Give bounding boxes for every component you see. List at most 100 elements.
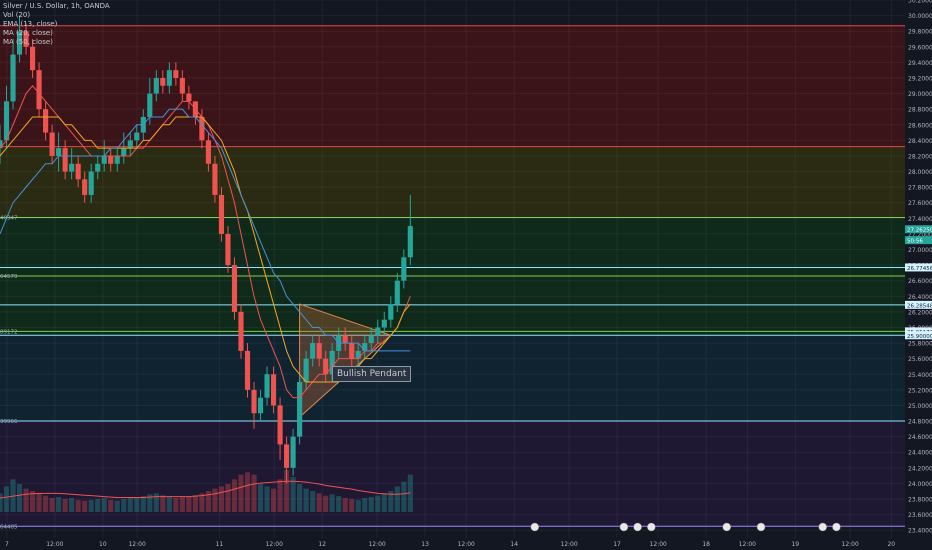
price-tick-7: 28.80000 (908, 107, 932, 114)
time-tick-9: 12:00 (458, 541, 475, 548)
volume-bar-41 (264, 486, 270, 512)
volume-bar-62 (401, 481, 407, 512)
candle-body-60 (388, 304, 394, 320)
event-marker-3-0[interactable] (756, 522, 766, 532)
time-tick-10: 14 (510, 541, 518, 548)
candle-body-38 (244, 350, 251, 390)
time-axis[interactable]: 7 12:00 10 12:00 11 12:00 12 12:00 13 12:00 14 12:0… (0, 538, 932, 550)
price-tick-24: 25.40000 (908, 372, 932, 379)
left-label-4: 64405 (0, 524, 18, 530)
candle-body-41 (264, 374, 270, 398)
candle-body-7 (43, 109, 49, 133)
volume-bar-49 (316, 493, 322, 512)
volume-bar-33 (212, 488, 218, 512)
price-tick-11: 28.00000 (908, 169, 932, 176)
candle-body-27 (173, 70, 179, 78)
event-marker-1-1[interactable] (633, 522, 642, 532)
candle-body-23 (147, 93, 153, 117)
candle-body-62 (401, 257, 407, 281)
volume-bar-27 (173, 498, 179, 512)
left-label-0: 40347 (0, 216, 18, 222)
candle-body-2 (10, 54, 16, 102)
time-tick-15: 12:00 (739, 541, 756, 548)
candle-body-34 (218, 194, 225, 234)
zone-3 (0, 267, 905, 336)
candle-body-56 (362, 343, 368, 351)
bullish-pendant-label: Bullish Pendant (332, 366, 412, 382)
volume-bar-16 (101, 498, 107, 512)
left-label-1: 64579 (0, 274, 18, 280)
price-tick-29: 24.40000 (908, 450, 932, 457)
price-axis[interactable]: 30.20000 30.00000 29.80000 29.60000 29.40000… (905, 0, 932, 550)
price-tick-3: 29.60000 (908, 44, 932, 51)
volume-bar-22 (140, 496, 146, 512)
candle-body-37 (238, 311, 244, 351)
zone-4 (0, 335, 905, 422)
volume-bar-59 (381, 493, 387, 512)
volume-bar-21 (134, 497, 140, 512)
price-tick-16: 27.00000 (908, 247, 932, 254)
candle-body-53 (342, 335, 348, 344)
price-tick-32: 23.80000 (908, 497, 932, 504)
volume-bar-55 (355, 499, 361, 512)
price-tick-23: 25.60000 (908, 356, 932, 363)
price-tick-34: 23.40000 (908, 528, 932, 535)
volume-bar-39 (251, 474, 257, 512)
candle-body-43 (277, 405, 283, 445)
zone-1 (0, 146, 905, 218)
event-marker-4-0[interactable] (818, 522, 827, 532)
event-marker-0-0[interactable] (530, 522, 540, 532)
price-tick-6: 29.00000 (908, 91, 932, 98)
price-tag-1: 50:56 (907, 239, 923, 245)
volume-bar-20 (127, 498, 133, 512)
price-tick-2: 29.80000 (908, 29, 932, 36)
volume-bar-35 (225, 484, 231, 512)
candle-body-5 (29, 46, 36, 71)
candle-body-13 (82, 179, 88, 195)
time-tick-0: 7 (5, 541, 9, 548)
volume-bar-47 (303, 488, 309, 512)
event-marker-2-0[interactable] (722, 522, 731, 532)
volume-bar-0 (0, 493, 3, 512)
price-tick-28: 24.60000 (908, 434, 932, 441)
price-chart[interactable]: 30.20000 30.00000 29.80000 29.60000 29.40000… (0, 0, 932, 550)
event-marker-1-2[interactable] (647, 522, 656, 532)
time-tick-18: 20 (887, 541, 895, 548)
price-tick-19: 26.40000 (908, 294, 932, 301)
price-tick-8: 28.60000 (908, 122, 932, 129)
volume-bar-28 (179, 497, 185, 512)
price-tick-33: 23.60000 (908, 512, 932, 519)
volume-bar-45 (290, 477, 296, 512)
candle-body-44 (284, 444, 290, 468)
event-marker-4-1[interactable] (832, 522, 841, 532)
volume-bar-53 (342, 498, 348, 512)
volume-bar-54 (349, 498, 355, 512)
volume-bar-10 (62, 498, 68, 512)
price-tick-27: 24.80000 (908, 419, 932, 426)
candle-body-16 (101, 155, 107, 164)
volume-bar-58 (375, 495, 381, 512)
price-tick-14: 27.40000 (908, 216, 932, 223)
volume-bar-11 (69, 498, 75, 512)
candle-body-58 (375, 327, 381, 336)
candle-body-26 (166, 70, 172, 86)
volume-bar-50 (323, 495, 329, 512)
price-tick-13: 27.60000 (908, 200, 932, 207)
candle-body-48 (310, 343, 316, 359)
price-tag-3: 26.28548 (907, 303, 932, 309)
price-tick-20: 26.20000 (908, 309, 932, 316)
candle-body-42 (270, 374, 277, 406)
candle-body-59 (381, 319, 387, 328)
candle-body-9 (56, 148, 62, 156)
volume-bar-37 (238, 474, 244, 512)
time-tick-12: 17 (613, 541, 621, 548)
candle-body-35 (225, 233, 231, 266)
time-tick-1: 12:00 (46, 541, 63, 548)
price-tick-30: 24.20000 (908, 465, 932, 472)
candle-body-6 (36, 70, 42, 110)
candle-body-24 (153, 77, 159, 94)
volume-bar-12 (75, 499, 81, 512)
price-tick-25: 25.20000 (908, 387, 932, 394)
event-marker-1-0[interactable] (619, 522, 629, 532)
candle-body-55 (355, 350, 361, 359)
